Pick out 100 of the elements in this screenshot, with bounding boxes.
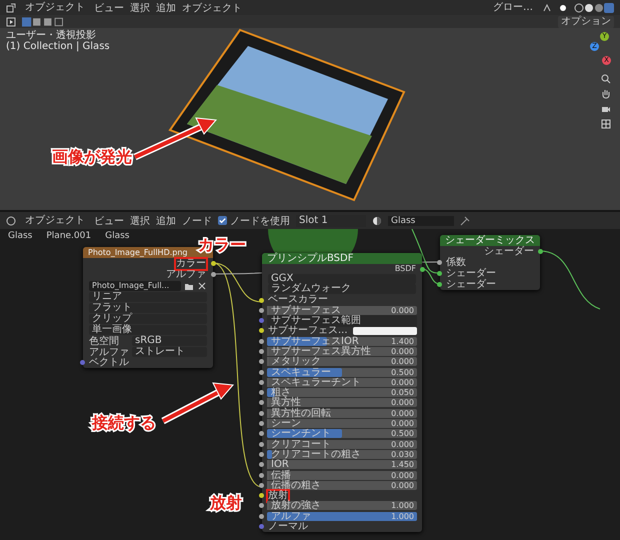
value-slider[interactable]: クリアコートの粗さ 0.030 xyxy=(267,450,417,459)
overlay-icon[interactable] xyxy=(558,2,568,12)
slider-label: クリアコートの粗さ xyxy=(270,448,362,460)
input-label: ベースカラー xyxy=(267,294,329,305)
material-name-field[interactable]: Glass xyxy=(388,216,454,226)
menu-item[interactable]: 選択 xyxy=(130,0,150,14)
slider-label: シーンチント xyxy=(270,428,332,440)
menu-item[interactable]: ノード xyxy=(182,214,212,228)
material-icon[interactable] xyxy=(372,216,382,226)
value-slider[interactable]: IOR 1.450 xyxy=(267,460,417,470)
menu-item[interactable]: 選択 xyxy=(130,214,150,228)
slider-value: 0.000 xyxy=(391,306,414,315)
slider-label: クリアコート xyxy=(270,438,332,450)
slider-value: 0.050 xyxy=(391,388,414,398)
value-slider[interactable]: メタリック 0.000 xyxy=(267,357,417,366)
zoom-icon[interactable] xyxy=(601,74,611,84)
output-label: シェーダー xyxy=(484,246,534,256)
slider-label: IOR xyxy=(270,459,289,470)
slider-label: シーン xyxy=(270,418,302,430)
value-slider[interactable]: サブサーフェス 0.000 xyxy=(267,306,417,315)
snap-icon[interactable] xyxy=(542,2,552,12)
input-label: ベクトル xyxy=(89,358,129,368)
input-socket[interactable] xyxy=(437,260,442,265)
input-socket[interactable] xyxy=(437,271,442,276)
shading-icons[interactable] xyxy=(574,2,614,12)
value-slider[interactable]: 伝播の粗さ 0.000 xyxy=(267,480,417,490)
mode-dropdown[interactable]: オブジェクト xyxy=(22,214,88,226)
menu-item[interactable]: ビュー xyxy=(94,0,124,14)
menu-item[interactable]: ビュー xyxy=(94,214,124,228)
use-nodes-label: ノードを使用 xyxy=(230,214,290,228)
camera-icon[interactable] xyxy=(601,104,611,114)
slider-value: 0.000 xyxy=(391,346,414,356)
value-slider[interactable]: 異方性 0.000 xyxy=(267,398,417,408)
dropdown-field[interactable]: ストレート xyxy=(132,346,207,356)
pin-icon[interactable] xyxy=(460,216,470,226)
annotation-text: 放射 xyxy=(210,494,242,512)
orientation-dropdown[interactable]: グロー… xyxy=(490,2,536,14)
input-label: サブサーフェス... xyxy=(267,324,349,336)
slider-value: 0.000 xyxy=(391,480,414,490)
node-title[interactable]: シェーダーミックス xyxy=(440,235,540,246)
value-slider[interactable]: スペキュラー 0.500 xyxy=(267,368,417,377)
input-label: シェーダー xyxy=(446,280,496,290)
value-slider[interactable]: 異方性の回転 0.000 xyxy=(267,408,417,418)
breadcrumb-item[interactable]: Plane.001 xyxy=(46,231,92,241)
node-title[interactable]: プリンシプルBSDF xyxy=(262,253,422,264)
collection-label: (1) Collection | Glass xyxy=(6,41,110,52)
dropdown-field[interactable]: 単一画像 xyxy=(89,324,207,334)
value-slider[interactable]: スペキュラーチント 0.000 xyxy=(267,378,417,387)
output-socket[interactable] xyxy=(211,261,216,266)
value-slider[interactable]: 伝播 0.000 xyxy=(267,470,417,480)
slider-label: 異方性の回転 xyxy=(270,408,332,419)
select-tool-icon[interactable] xyxy=(6,16,16,26)
annotation-text: 接続する xyxy=(92,414,156,432)
menu-item[interactable]: オブジェクト xyxy=(182,0,242,14)
input-socket[interactable] xyxy=(80,360,85,365)
value-slider[interactable]: シーンチント 0.500 xyxy=(267,429,417,438)
dropdown-field[interactable]: クリップ xyxy=(89,314,207,324)
slider-value: 1.000 xyxy=(391,501,414,510)
grid-icon[interactable] xyxy=(601,119,611,129)
input-label: シェーダー xyxy=(446,268,496,278)
slider-value: 0.000 xyxy=(391,357,414,366)
image-selector-field[interactable]: Photo_Image_Full... xyxy=(89,280,181,290)
dropdown-field[interactable]: フラット xyxy=(89,302,207,312)
hand-icon[interactable] xyxy=(601,89,611,99)
dropdown-field[interactable]: sRGB xyxy=(132,336,207,346)
principled-bsdf-node[interactable] xyxy=(262,253,422,532)
input-label: 係数 xyxy=(446,258,466,268)
value-slider[interactable]: 放射の強さ 1.000 xyxy=(267,501,417,510)
slider-value: 0.000 xyxy=(391,408,414,418)
breadcrumb-item[interactable]: Glass xyxy=(8,231,32,241)
input-socket[interactable] xyxy=(437,282,442,287)
value-slider[interactable]: サブサーフェス異方性 0.000 xyxy=(267,346,417,356)
output-label: アルファ xyxy=(165,268,207,280)
slider-value: 1.000 xyxy=(391,512,414,521)
dropdown-field[interactable]: GGX xyxy=(268,274,416,284)
dropdown-field[interactable]: リニア xyxy=(89,292,207,302)
editor-type-icon[interactable] xyxy=(6,216,16,226)
slider-label: アルファ xyxy=(270,510,312,522)
mix-shader-node[interactable]: シェーダーミックス シェーダー 係数 シェーダー シェーダー xyxy=(440,235,540,290)
editor-type-icon[interactable] xyxy=(6,2,16,12)
output-socket[interactable] xyxy=(420,266,425,272)
value-slider[interactable]: シーン 0.000 xyxy=(267,419,417,428)
output-socket[interactable] xyxy=(211,272,216,277)
property-label: アルファ xyxy=(89,346,129,358)
breadcrumb-item[interactable]: Glass xyxy=(105,231,130,241)
mode-dropdown[interactable]: オブジェクト xyxy=(22,2,88,14)
output-socket[interactable] xyxy=(538,249,543,254)
menu-item[interactable]: 追加 xyxy=(156,214,176,228)
close-icon[interactable] xyxy=(197,280,207,290)
slider-value: 0.000 xyxy=(391,440,414,449)
output-label: カラー xyxy=(175,258,207,270)
options-dropdown[interactable]: オプション xyxy=(558,16,614,28)
slider-value: 0.500 xyxy=(391,429,414,438)
menu-item[interactable]: 追加 xyxy=(156,0,176,14)
dropdown-field[interactable]: ランダムウォーク xyxy=(268,284,416,294)
use-nodes-checkbox[interactable] xyxy=(218,216,227,225)
slider-label: サブサーフェス異方性 xyxy=(270,346,372,357)
slider-value: 0.000 xyxy=(391,419,414,428)
value-slider[interactable]: クリアコート 0.000 xyxy=(267,440,417,449)
slider-value: 1.450 xyxy=(391,460,414,470)
